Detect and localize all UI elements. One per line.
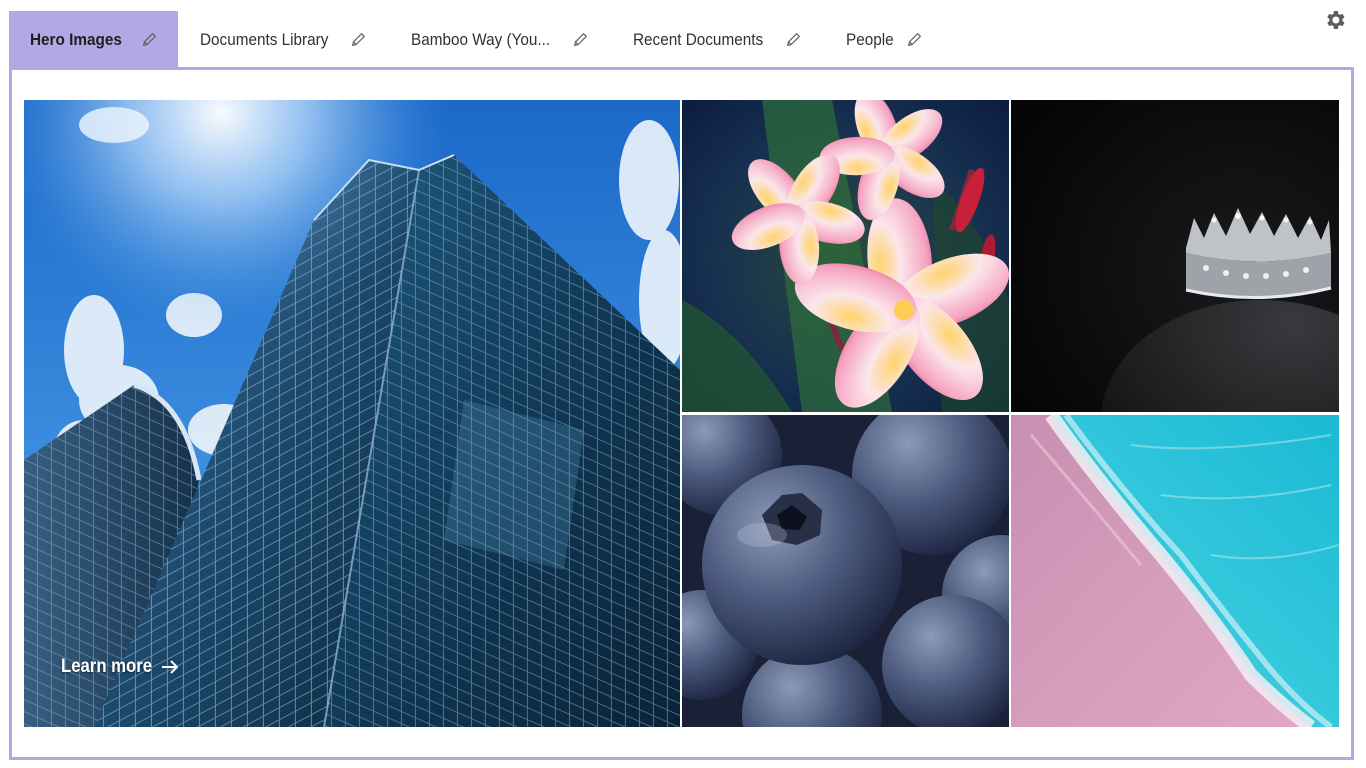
learn-more-label: Learn more — [61, 656, 153, 677]
blueberries-image — [682, 415, 1009, 727]
tab-label: Recent Documents — [633, 30, 764, 49]
tab-documents-library[interactable]: Documents Library — [178, 11, 389, 69]
pencil-icon[interactable] — [349, 31, 367, 49]
tab-label: Bamboo Way (You... — [410, 30, 550, 49]
hero-tile-flowers[interactable] — [682, 100, 1009, 412]
arrow-right-icon — [162, 660, 179, 674]
tab-label: Documents Library — [200, 30, 329, 49]
crown-image — [1011, 100, 1339, 412]
pencil-icon[interactable] — [784, 31, 802, 49]
beach-waves-image — [1011, 415, 1339, 727]
pencil-icon[interactable] — [571, 31, 589, 49]
tab-recent-documents[interactable]: Recent Documents — [611, 11, 824, 69]
pencil-icon[interactable] — [140, 31, 158, 49]
tab-people[interactable]: People — [824, 11, 945, 69]
hero-tile-beach[interactable] — [1011, 415, 1339, 727]
learn-more-link[interactable]: Learn more — [61, 656, 180, 678]
gear-icon[interactable] — [1323, 8, 1347, 32]
tab-label: Hero Images — [30, 30, 122, 49]
hero-tile-crown[interactable] — [1011, 100, 1339, 412]
tab-hero-images[interactable]: Hero Images — [9, 11, 179, 69]
hero-tile-blueberries[interactable] — [682, 415, 1009, 727]
hero-tile-skyscraper[interactable]: Learn more — [24, 100, 680, 727]
tab-bar: Hero Images Documents Library Bamboo Way… — [9, 11, 945, 69]
hero-images-webpart: Learn more — [9, 67, 1354, 760]
plumeria-flowers-image — [682, 100, 1009, 412]
skyscraper-image — [24, 100, 680, 727]
tab-label: People — [845, 30, 894, 49]
tab-bamboo-way[interactable]: Bamboo Way (You... — [389, 11, 612, 69]
pencil-icon[interactable] — [905, 31, 923, 49]
